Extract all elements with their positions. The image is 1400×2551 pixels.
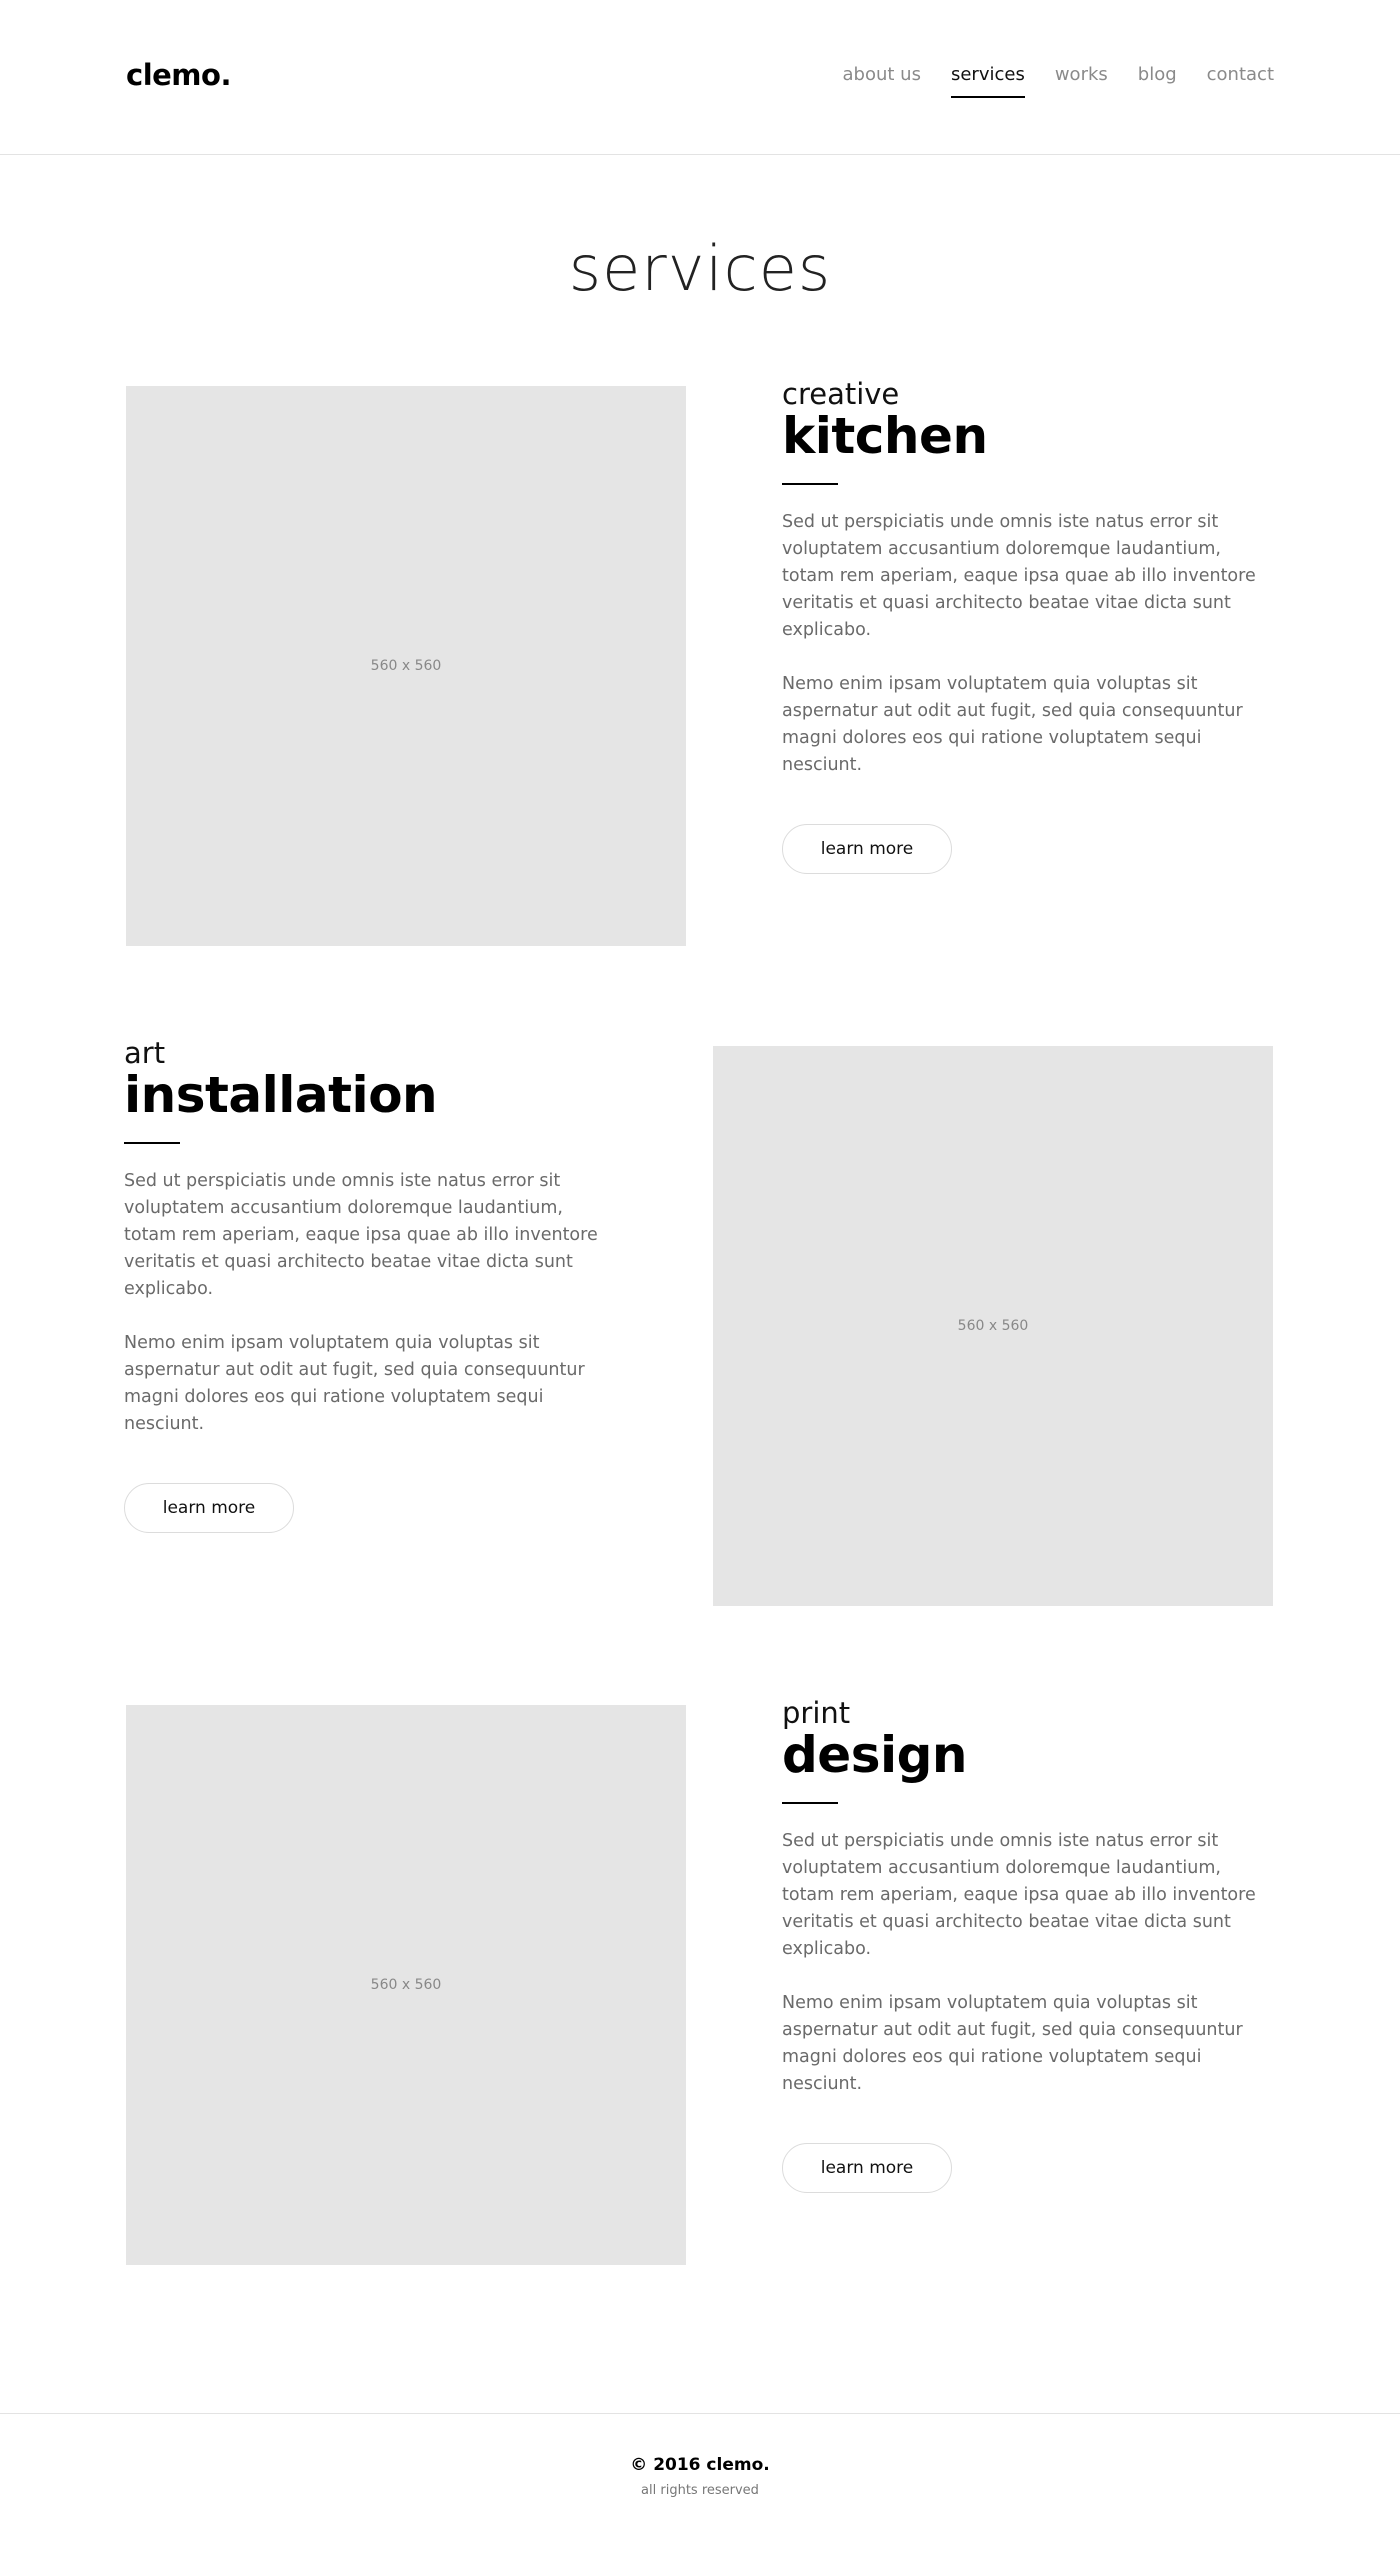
- nav-item-works[interactable]: works: [1055, 64, 1108, 85]
- service-title: kitchen: [782, 407, 988, 465]
- title-divider: [782, 483, 838, 485]
- learn-more-button[interactable]: learn more: [782, 2143, 952, 2193]
- nav-item-services[interactable]: services: [950, 64, 1025, 98]
- image-size-label: 560 x 560: [370, 658, 442, 674]
- service-image-design: 560 x 560: [126, 1705, 686, 2265]
- title-divider: [124, 1142, 180, 1144]
- service-subtitle: print: [782, 1696, 851, 1730]
- nav-item-about-us[interactable]: about us: [843, 64, 921, 85]
- service-paragraph: Sed ut perspiciatis unde omnis iste natu…: [782, 1831, 1256, 1959]
- service-subtitle: creative: [782, 377, 900, 411]
- service-image-installation: 560 x 560: [713, 1046, 1273, 1606]
- service-block-installation: art installation Sed ut perspiciatis und…: [124, 1039, 614, 1533]
- service-subtitle: art: [124, 1036, 166, 1070]
- learn-more-button[interactable]: learn more: [124, 1483, 294, 1533]
- service-title: installation: [124, 1066, 438, 1124]
- service-paragraph: Nemo enim ipsam voluptatem quia voluptas…: [782, 674, 1243, 775]
- learn-more-button[interactable]: learn more: [782, 824, 952, 874]
- image-size-label: 560 x 560: [370, 1977, 442, 1993]
- nav-item-blog[interactable]: blog: [1138, 64, 1177, 85]
- site-footer: © 2016 clemo. all rights reserved: [0, 2413, 1400, 2551]
- footer-rights: all rights reserved: [641, 2483, 759, 2498]
- logo[interactable]: clemo.: [126, 58, 231, 92]
- service-paragraph: Sed ut perspiciatis unde omnis iste natu…: [782, 512, 1256, 640]
- service-block-kitchen: creative kitchen Sed ut perspiciatis und…: [782, 380, 1272, 874]
- site-header: clemo. about us services works blog cont…: [0, 0, 1400, 155]
- main-nav: about us services works blog contact: [843, 64, 1274, 98]
- service-paragraph: Sed ut perspiciatis unde omnis iste natu…: [124, 1171, 598, 1299]
- nav-item-contact[interactable]: contact: [1207, 64, 1274, 85]
- image-size-label: 560 x 560: [957, 1318, 1029, 1334]
- title-divider: [782, 1802, 838, 1804]
- service-paragraph: Nemo enim ipsam voluptatem quia voluptas…: [782, 1993, 1243, 2094]
- service-block-design: print design Sed ut perspiciatis unde om…: [782, 1699, 1272, 2193]
- service-image-kitchen: 560 x 560: [126, 386, 686, 946]
- page-title: services: [568, 232, 832, 305]
- service-paragraph: Nemo enim ipsam voluptatem quia voluptas…: [124, 1333, 585, 1434]
- service-title: design: [782, 1726, 968, 1784]
- footer-copyright: © 2016 clemo.: [630, 2455, 770, 2475]
